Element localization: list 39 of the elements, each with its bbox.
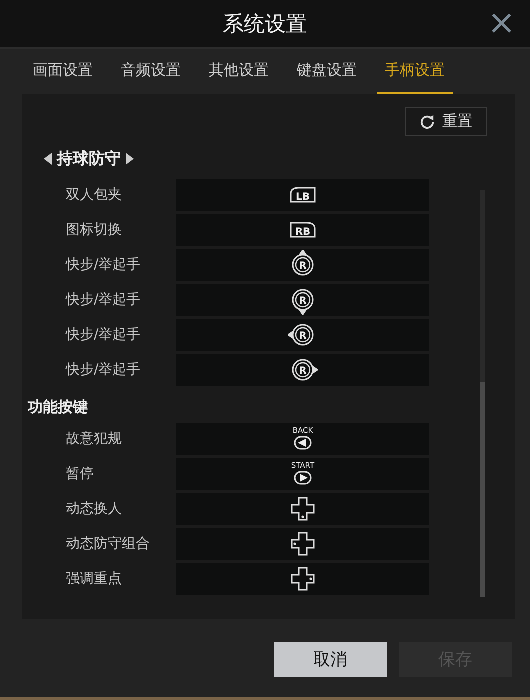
binding-cell[interactable]: R <box>176 249 429 281</box>
binding-cell[interactable] <box>176 528 429 560</box>
binding-cell[interactable]: LB <box>176 179 429 211</box>
dpad-icon <box>290 531 316 557</box>
dpad-icon <box>290 496 316 522</box>
binding-cell[interactable]: R <box>176 319 429 351</box>
reset-button[interactable]: 重置 <box>405 107 487 136</box>
section-title: 持球防守 <box>57 148 121 170</box>
section-title: 功能按键 <box>28 398 88 416</box>
tab[interactable]: 画面设置 <box>25 49 101 94</box>
left-arrow-icon[interactable] <box>44 153 52 165</box>
right-arrow-icon[interactable] <box>126 153 134 165</box>
binding-cell[interactable] <box>176 493 429 525</box>
action-label: 暂停 <box>65 465 95 483</box>
dpad-icon <box>290 566 316 592</box>
action-label: 图标切换 <box>65 221 123 239</box>
action-label: 双人包夹 <box>65 186 123 204</box>
refresh-icon <box>420 114 434 129</box>
bumper-button-icon: LB <box>288 186 316 204</box>
tab[interactable]: 其他设置 <box>201 49 277 94</box>
action-label: 强调重点 <box>65 570 123 588</box>
binding-cell[interactable]: R <box>176 284 429 316</box>
action-label: 快步/举起手 <box>64 291 142 309</box>
close-button[interactable]: × <box>488 6 516 40</box>
tab[interactable]: 音频设置 <box>113 49 189 94</box>
action-label: 快步/举起手 <box>64 326 142 344</box>
action-label: 动态换人 <box>65 500 123 518</box>
action-label: 故意犯规 <box>65 430 123 448</box>
window-title: 系统设置 <box>223 10 307 38</box>
binding-cell[interactable]: RB <box>176 214 429 246</box>
action-label: 快步/举起手 <box>64 361 142 379</box>
tab[interactable]: 键盘设置 <box>289 49 365 94</box>
scrollbar[interactable] <box>480 190 485 597</box>
bumper-button-icon: RB <box>288 221 316 239</box>
binding-cell[interactable]: R <box>176 354 429 386</box>
cancel-button[interactable]: 取消 <box>274 642 387 677</box>
action-label: 动态防守组合 <box>65 535 151 553</box>
binding-cell[interactable] <box>176 563 429 595</box>
action-label: 快步/举起手 <box>64 256 142 274</box>
